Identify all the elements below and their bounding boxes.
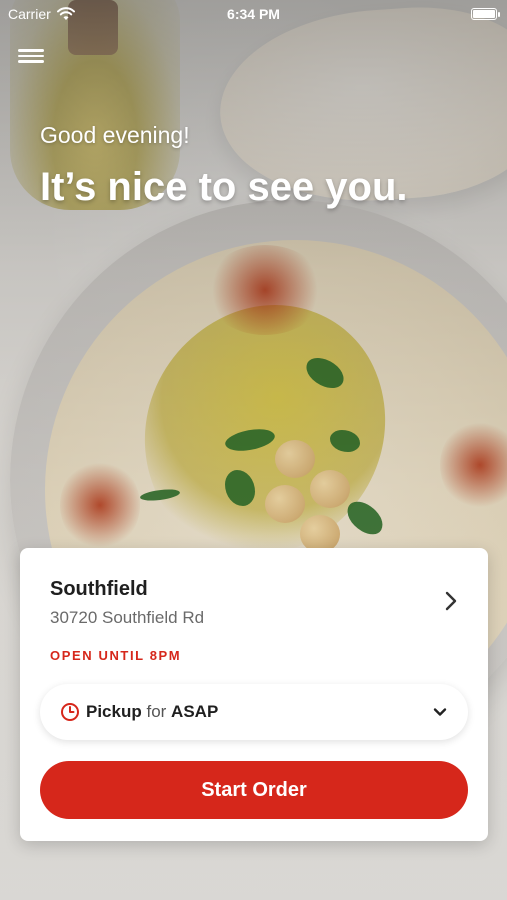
order-type-selector[interactable]: Pickup for ASAP bbox=[40, 684, 468, 740]
location-name[interactable]: Southfield bbox=[50, 578, 148, 601]
hamburger-menu-icon[interactable] bbox=[18, 46, 44, 68]
chevron-down-icon[interactable] bbox=[432, 704, 448, 720]
chevron-right-icon[interactable] bbox=[440, 590, 462, 612]
location-card: Southfield 30720 Southfield Rd OPEN UNTI… bbox=[20, 548, 488, 841]
status-time: 6:34 PM bbox=[227, 6, 280, 22]
menu-line bbox=[18, 60, 44, 63]
clock-icon bbox=[61, 703, 79, 721]
battery-icon bbox=[471, 8, 500, 20]
greeting-subtitle: Good evening! bbox=[40, 122, 190, 148]
battery-level bbox=[473, 10, 495, 18]
store-hours-status: OPEN UNTIL 8PM bbox=[50, 648, 182, 663]
start-order-button[interactable]: Start Order bbox=[40, 761, 468, 819]
greeting-headline: It’s nice to see you. bbox=[40, 165, 408, 209]
menu-line bbox=[18, 54, 44, 57]
order-type-label: Pickup for ASAP bbox=[86, 702, 218, 722]
location-address: 30720 Southfield Rd bbox=[50, 608, 205, 627]
order-mode: Pickup bbox=[86, 702, 142, 721]
order-connector: for bbox=[141, 702, 172, 721]
menu-line bbox=[18, 49, 44, 52]
order-time: ASAP bbox=[171, 702, 219, 721]
status-bar: Carrier 6:34 PM bbox=[0, 0, 507, 28]
